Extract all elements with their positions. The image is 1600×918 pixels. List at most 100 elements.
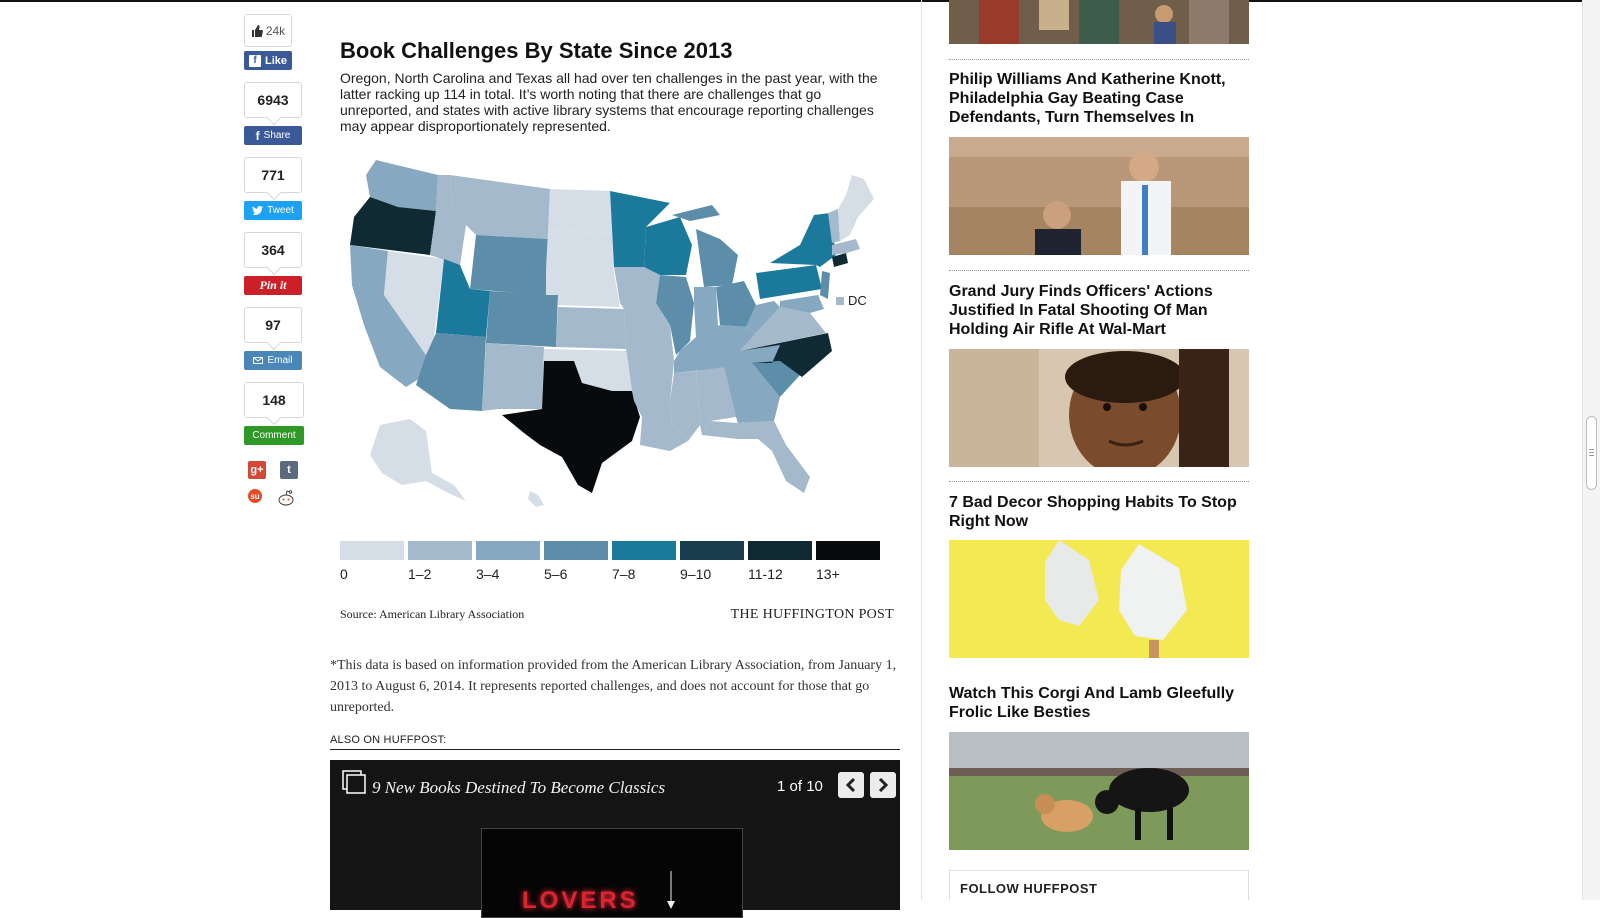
follow-huffpost-box: FOLLOW HUFFPOST xyxy=(949,870,1249,900)
legend-item: 3–4 xyxy=(476,541,540,582)
story-thumb-3[interactable] xyxy=(949,540,1249,658)
slideshow-next-button[interactable] xyxy=(870,772,896,798)
envelope-icon xyxy=(253,357,264,364)
legend-swatch xyxy=(408,541,472,560)
legend-label: 5–6 xyxy=(544,566,568,582)
tumblr-icon[interactable]: t xyxy=(280,461,298,479)
chevron-left-icon xyxy=(845,778,856,792)
legend-item: 1–2 xyxy=(408,541,472,582)
legend-label: 7–8 xyxy=(612,566,636,582)
email-label: Email xyxy=(267,355,293,366)
graphic-credit: THE HUFFINGTON POST xyxy=(730,607,894,622)
slideshow-title[interactable]: 9 New Books Destined To Become Classics xyxy=(372,778,665,798)
story-thumb-4[interactable] xyxy=(949,732,1249,850)
comment-count: 148 xyxy=(244,382,304,418)
state-ar xyxy=(628,361,674,401)
twitter-bird-icon xyxy=(252,206,264,215)
legend-swatch xyxy=(476,541,540,560)
legend-label: 13+ xyxy=(816,566,840,582)
google-plus-icon[interactable]: g+ xyxy=(248,461,266,479)
legend-item: 5–6 xyxy=(544,541,608,582)
state-nd xyxy=(548,189,612,233)
legend-swatch xyxy=(748,541,812,560)
facebook-share-button[interactable]: f Share xyxy=(244,126,302,145)
pin-it-button[interactable]: Pin it xyxy=(244,276,302,295)
facebook-share-count: 6943 xyxy=(244,82,302,118)
state-wy xyxy=(470,235,548,295)
slide-current: 1 xyxy=(777,778,786,795)
like-count: 24k xyxy=(265,23,286,38)
dc-label: DC xyxy=(848,293,867,308)
state-ak xyxy=(370,419,466,501)
story-4[interactable]: Watch This Corgi And Lamb Gleefully Frol… xyxy=(949,684,1249,722)
legend-item: 13+ xyxy=(816,541,880,582)
story-title[interactable]: Grand Jury Finds Officers' Actions Justi… xyxy=(949,282,1249,339)
legend-swatch xyxy=(680,541,744,560)
legend-item: 0 xyxy=(340,541,404,582)
story-3[interactable]: 7 Bad Decor Shopping Habits To Stop Righ… xyxy=(949,493,1249,531)
page-scrollbar[interactable] xyxy=(1582,0,1600,900)
chevron-right-icon xyxy=(878,778,889,792)
map-legend: 0 1–2 3–4 5–6 7–8 9–10 11-12 13+ xyxy=(340,541,900,586)
graphic-description: Oregon, North Carolina and Texas all had… xyxy=(340,70,878,134)
slideshow[interactable]: 9 New Books Destined To Become Classics … xyxy=(330,760,900,918)
legend-label: 0 xyxy=(340,566,348,582)
state-wi xyxy=(644,217,692,275)
graphic-title: Book Challenges By State Since 2013 xyxy=(340,38,733,63)
legend-swatch xyxy=(544,541,608,560)
story-thumb-0[interactable] xyxy=(949,0,1249,44)
state-pa xyxy=(756,265,822,299)
story-2[interactable]: Grand Jury Finds Officers' Actions Justi… xyxy=(949,282,1249,339)
state-ny xyxy=(770,213,836,267)
state-nj xyxy=(820,271,830,299)
also-on-huffpost-label: ALSO ON HUFFPOST: xyxy=(330,734,900,750)
story-title[interactable]: 7 Bad Decor Shopping Habits To Stop Righ… xyxy=(949,493,1249,531)
state-ks xyxy=(556,307,626,349)
slideshow-image[interactable]: LOVERS xyxy=(481,828,743,918)
scrollbar-thumb[interactable] xyxy=(1586,416,1597,490)
column-divider xyxy=(921,0,922,900)
facebook-icon: f xyxy=(255,128,260,143)
comment-button[interactable]: Comment xyxy=(244,426,304,445)
story-thumb-2[interactable] xyxy=(949,349,1249,467)
legend-item: 11-12 xyxy=(748,541,812,582)
legend-swatch xyxy=(340,541,404,560)
share-rail: 24k f Like 6943 f Share 771 Tweet 364 Pi… xyxy=(244,14,308,507)
legend-label: 11-12 xyxy=(748,566,783,582)
reddit-icon[interactable] xyxy=(276,489,296,507)
legend-swatch xyxy=(612,541,676,560)
email-button[interactable]: Email xyxy=(244,351,302,370)
slide-total: 10 xyxy=(806,778,823,795)
data-footnote: *This data is based on information provi… xyxy=(330,658,897,715)
neon-sign-text: LOVERS xyxy=(522,887,639,914)
state-fl xyxy=(702,421,810,493)
slide-of: of xyxy=(789,778,803,795)
story-thumb-1[interactable] xyxy=(949,137,1249,255)
story-1[interactable]: Philip Williams And Katherine Knott, Phi… xyxy=(949,70,1249,127)
tweet-label: Tweet xyxy=(267,205,294,216)
state-sd xyxy=(546,231,614,273)
stumbleupon-icon[interactable]: su xyxy=(248,489,262,503)
like-label: Like xyxy=(264,54,287,67)
slideshow-pager: 1 of 10 xyxy=(777,778,823,795)
slideshow-prev-button[interactable] xyxy=(838,772,864,798)
dc-swatch xyxy=(836,297,844,305)
share-label: Share xyxy=(263,130,291,141)
twitter-count: 771 xyxy=(244,157,302,193)
facebook-like-button[interactable]: f Like xyxy=(244,51,292,70)
state-me xyxy=(846,175,874,235)
slideshow-icon xyxy=(342,770,366,794)
legend-item: 9–10 xyxy=(680,541,744,582)
legend-label: 9–10 xyxy=(680,566,712,582)
story-title[interactable]: Watch This Corgi And Lamb Gleefully Frol… xyxy=(949,684,1249,722)
tweet-button[interactable]: Tweet xyxy=(244,201,302,220)
story-title[interactable]: Philip Williams And Katherine Knott, Phi… xyxy=(949,70,1249,127)
comment-label: Comment xyxy=(252,430,296,441)
like-count-box: 24k xyxy=(244,14,292,47)
us-choropleth-map: DC xyxy=(340,155,900,515)
top-border xyxy=(0,0,1600,2)
pin-label: Pin it xyxy=(259,278,287,292)
graphic-source: Source: American Library Association xyxy=(340,607,525,621)
legend-swatch xyxy=(816,541,880,560)
state-hi xyxy=(528,491,544,507)
